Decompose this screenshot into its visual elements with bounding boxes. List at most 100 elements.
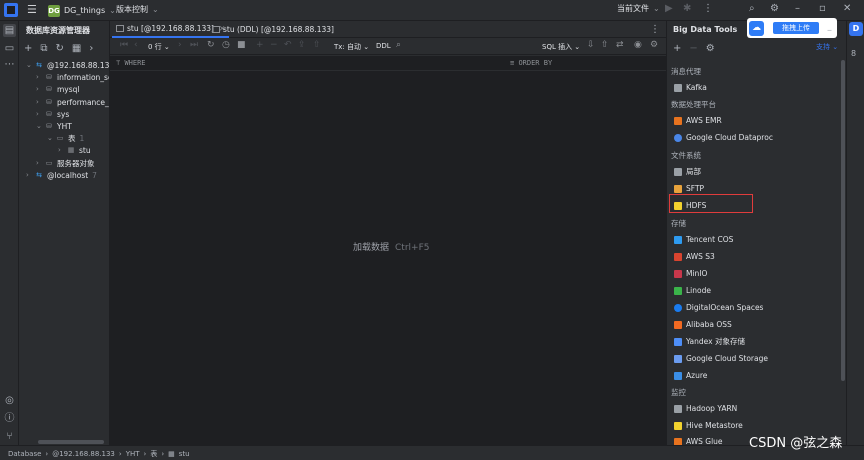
list-item-hadoop-yarn[interactable]: Hadoop YARN: [674, 402, 737, 415]
tree-item-schema[interactable]: › ⛁ mysql: [36, 83, 80, 95]
list-item-alibaba-oss[interactable]: Alibaba OSS: [674, 318, 732, 331]
tree-item-schema[interactable]: ⌄ ⛁ YHT: [36, 120, 72, 132]
support-dropdown[interactable]: 支持 ⌄: [816, 42, 838, 52]
minimize-panel-icon[interactable]: –: [827, 25, 832, 36]
tree-item-schema[interactable]: › ⛁ information_sc: [36, 71, 109, 83]
right-tool-strip: D 8: [846, 21, 864, 445]
last-page-icon[interactable]: ⏭: [190, 40, 198, 50]
tree-item-tables[interactable]: ⌄ ▭ 表 1: [47, 132, 84, 144]
list-item-aws-s3[interactable]: AWS S3: [674, 250, 715, 263]
project-selector[interactable]: DG DG_things ⌄: [48, 3, 116, 18]
list-item-tencent-cos[interactable]: Tencent COS: [674, 233, 733, 246]
breadcrumb-item[interactable]: @192.168.88.133: [52, 450, 115, 458]
run-config-selector[interactable]: 当前文件 ⌄: [617, 3, 660, 14]
search-icon[interactable]: ⌕: [396, 40, 401, 50]
compare-icon[interactable]: ⇄: [616, 40, 624, 50]
breadcrumb-item[interactable]: Database: [8, 450, 41, 458]
next-page-icon[interactable]: ›: [178, 40, 182, 50]
explorer-toolbar: + ⧉ ↻ ▦ ›: [24, 41, 101, 55]
problems-icon[interactable]: ⓘ: [3, 412, 16, 425]
list-item-gcs[interactable]: Google Cloud Storage: [674, 352, 768, 365]
database-tool-icon[interactable]: D: [849, 22, 863, 36]
revert-icon[interactable]: ↶: [284, 40, 292, 50]
load-data-hint[interactable]: 加载数据 Ctrl+F5: [353, 240, 429, 253]
list-item-azure[interactable]: Azure: [674, 369, 707, 382]
folder-icon[interactable]: ▭: [3, 42, 16, 55]
breadcrumb-item[interactable]: 表: [150, 449, 157, 459]
vertical-scrollbar[interactable]: [841, 60, 845, 381]
main-menu-icon[interactable]: ☰: [27, 4, 39, 16]
vcs-menu[interactable]: 版本控制 ⌄: [116, 4, 159, 15]
add-row-icon[interactable]: +: [256, 40, 264, 50]
chevron-right-icon: ›: [36, 73, 39, 81]
tab-stu-ddl[interactable]: stu (DDL) [@192.168.88.133]: [208, 21, 338, 38]
tree-item-label: sys: [57, 109, 70, 119]
list-item-dataproc[interactable]: Google Cloud Dataproc: [674, 131, 773, 144]
list-item-linode[interactable]: Linode: [674, 284, 711, 297]
export-icon[interactable]: ⇧: [601, 40, 609, 50]
list-item-minio[interactable]: MinIO: [674, 267, 707, 280]
row-count-selector[interactable]: 0 行 ⌄: [148, 42, 170, 52]
tab-options-icon[interactable]: ⋮: [650, 24, 660, 35]
where-filter[interactable]: ⊤ WHERE: [116, 59, 146, 67]
transaction-mode-selector[interactable]: Tx: 自动 ⌄: [334, 42, 369, 52]
tree-item-connection[interactable]: ⌄ ⇆ @192.168.88.133 6: [26, 59, 109, 71]
settings-icon[interactable]: ⚙: [706, 43, 715, 54]
reload-icon[interactable]: ↻: [207, 40, 215, 50]
list-item-aws-emr[interactable]: AWS EMR: [674, 114, 722, 127]
list-item-kafka[interactable]: Kafka: [674, 81, 707, 94]
upload-button[interactable]: 拖拽上传: [773, 22, 819, 34]
ddl-button[interactable]: DDL: [376, 42, 391, 50]
settings-icon[interactable]: ⚙: [770, 3, 779, 14]
big-data-tools-icon[interactable]: 8: [851, 49, 856, 58]
git-icon[interactable]: ⑂: [3, 430, 16, 443]
order-by-filter[interactable]: ≡ ORDER BY: [510, 59, 552, 67]
minimize-icon[interactable]: –: [795, 3, 800, 14]
view-icon[interactable]: ◉: [634, 40, 642, 50]
upload-icon[interactable]: ⇧: [313, 40, 321, 50]
list-item-hive-metastore[interactable]: Hive Metastore: [674, 419, 743, 432]
breadcrumb-item[interactable]: YHT: [126, 450, 140, 458]
more-icon[interactable]: ⋮: [703, 3, 713, 14]
tree-item-schema[interactable]: › ⛁ performance_s: [36, 96, 109, 108]
prev-page-icon[interactable]: ‹: [134, 40, 138, 50]
schema-icon[interactable]: ▦: [72, 43, 81, 54]
refresh-icon[interactable]: ↻: [56, 43, 64, 54]
section-title: 监控: [671, 388, 686, 397]
horizontal-scrollbar[interactable]: [38, 440, 104, 444]
where-label: WHERE: [124, 59, 146, 67]
editor-tabs: stu [@192.168.88.133] ✕ stu (DDL) [@192.…: [110, 21, 666, 38]
home-icon: [674, 167, 682, 176]
stop-icon[interactable]: ■: [237, 40, 246, 50]
list-item-yandex[interactable]: Yandex 对象存储: [674, 335, 745, 348]
history-icon[interactable]: ◷: [222, 40, 230, 50]
first-page-icon[interactable]: ⏮: [120, 40, 128, 50]
sql-insert-selector[interactable]: SQL 插入 ⌄: [542, 42, 580, 52]
data-grid[interactable]: 加载数据 Ctrl+F5: [110, 71, 666, 445]
debug-icon[interactable]: ✱: [683, 3, 691, 14]
expand-icon[interactable]: ›: [89, 43, 93, 54]
list-item-digitalocean[interactable]: DigitalOcean Spaces: [674, 301, 763, 314]
add-icon[interactable]: +: [673, 43, 681, 54]
remove-icon[interactable]: −: [689, 43, 697, 54]
search-icon[interactable]: ⌕: [749, 3, 755, 14]
more-tools-icon[interactable]: ⋯: [3, 58, 16, 71]
copy-icon[interactable]: ⧉: [40, 43, 47, 54]
tree-item-server-objects[interactable]: › ▭ 服务器对象: [36, 157, 95, 169]
download-icon[interactable]: ⇩: [587, 40, 595, 50]
database-explorer-icon[interactable]: ▤: [3, 24, 16, 37]
remove-row-icon[interactable]: −: [270, 40, 278, 50]
breadcrumb-item[interactable]: stu: [179, 450, 190, 458]
add-icon[interactable]: +: [24, 43, 32, 54]
services-icon[interactable]: ◎: [3, 394, 16, 407]
run-icon[interactable]: ▶: [665, 3, 673, 14]
list-item-local[interactable]: 局部: [674, 165, 701, 178]
tree-item-connection[interactable]: › ⇆ @localhost 7: [26, 169, 97, 181]
tree-item-table[interactable]: › ▦ stu: [58, 144, 91, 156]
submit-icon[interactable]: ⇪: [298, 40, 306, 50]
upload-widget[interactable]: ☁ 拖拽上传: [747, 18, 837, 38]
close-icon[interactable]: ✕: [843, 3, 851, 14]
tree-item-schema[interactable]: › ⛁ sys: [36, 108, 69, 120]
maximize-icon[interactable]: ▫: [819, 3, 826, 14]
settings-icon[interactable]: ⚙: [650, 40, 658, 50]
